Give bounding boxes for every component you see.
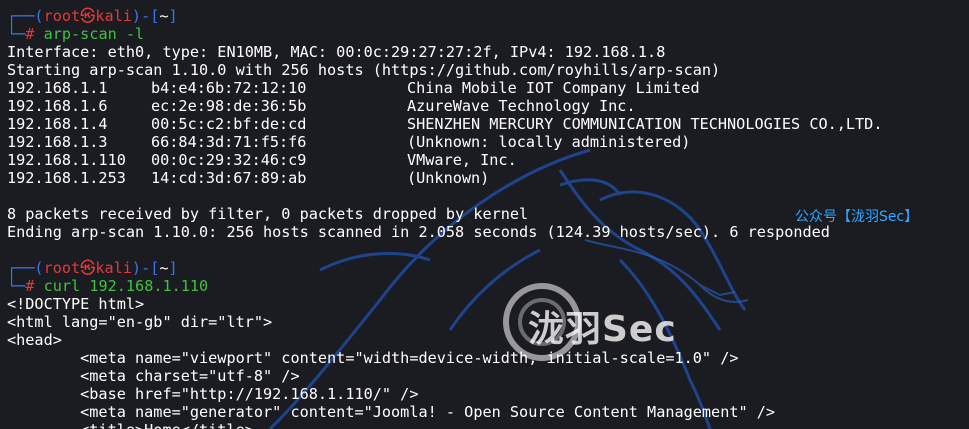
prompt-bracket: ┌──( bbox=[7, 259, 44, 277]
html-output-line: <html lang="en-gb" dir="ltr"> bbox=[7, 313, 273, 331]
prompt-line: ┌──(root㉿kali)-[~] bbox=[7, 7, 969, 25]
prompt-at-icon: ㉿ bbox=[80, 7, 96, 25]
html-output-line: <base href="http://192.168.1.110/" /> bbox=[7, 385, 419, 403]
prompt-corner: └─ bbox=[7, 25, 26, 43]
host-ip: 192.168.1.6 bbox=[7, 97, 108, 115]
prompt-hash: # bbox=[25, 277, 35, 295]
prompt-hash: # bbox=[25, 25, 35, 43]
prompt-line: ┌──(root㉿kali)-[~] bbox=[7, 259, 969, 277]
html-output-line: <!DOCTYPE html> bbox=[7, 295, 145, 313]
host-ip: 192.168.1.4 bbox=[7, 115, 108, 133]
prompt-host: kali bbox=[95, 7, 132, 25]
host-ip: 192.168.1.1 bbox=[7, 79, 108, 97]
prompt-bracket-close: ] bbox=[168, 7, 178, 25]
prompt-at-icon: ㉿ bbox=[80, 259, 96, 277]
host-vendor: AzureWave Technology Inc. bbox=[407, 97, 636, 115]
host-row: 192.168.1.6 ec:2e:98:de:36:5b AzureWave Te… bbox=[7, 97, 969, 115]
host-mac: 14:cd:3d:67:89:ab bbox=[151, 169, 307, 187]
prompt-path: ~ bbox=[159, 7, 169, 25]
host-vendor: (Unknown) bbox=[407, 169, 490, 187]
host-row: 192.168.1.3 66:84:3d:71:f5:f6 (Unknown: lo… bbox=[7, 133, 969, 151]
host-vendor: SHENZHEN MERCURY COMMUNICATION TECHNOLOG… bbox=[407, 115, 883, 133]
host-vendor: VMware, Inc. bbox=[407, 151, 517, 169]
host-row: 192.168.1.110 00:0c:29:32:46:c9 VMware, In… bbox=[7, 151, 969, 169]
prompt-host: kali bbox=[95, 259, 132, 277]
command-line[interactable]: └─# arp-scan -l bbox=[7, 25, 969, 43]
command-text: curl 192.168.1.110 bbox=[43, 277, 209, 295]
html-output-line: <title>Home</title> bbox=[7, 421, 969, 429]
host-mac: b4:e4:6b:72:12:10 bbox=[151, 79, 307, 97]
host-mac: 00:0c:29:32:46:c9 bbox=[151, 151, 307, 169]
host-ip: 192.168.1.110 bbox=[7, 151, 126, 169]
prompt-bracket-close: ] bbox=[168, 259, 178, 277]
html-output-line: <meta charset="utf-8" /> bbox=[7, 367, 300, 385]
host-mac: 66:84:3d:71:f5:f6 bbox=[151, 133, 307, 151]
terminal-window[interactable]: 泷羽Sec ┌──(root㉿kali)-[~] └─# arp-scan -l… bbox=[0, 0, 969, 429]
output-line: Interface: eth0, type: EN10MB, MAC: 00:0… bbox=[7, 43, 666, 61]
host-row: 192.168.1.253 14:cd:3d:67:89:ab (Unknown) bbox=[7, 169, 969, 187]
prompt-bracket-mid: )-[ bbox=[131, 259, 160, 277]
output-line: Starting arp-scan 1.10.0 with 256 hosts … bbox=[7, 61, 721, 79]
prompt-user: root bbox=[43, 7, 81, 25]
prompt-bracket: ┌──( bbox=[7, 7, 44, 25]
host-ip: 192.168.1.253 bbox=[7, 169, 126, 187]
host-vendor: (Unknown: locally administered) bbox=[407, 133, 691, 151]
host-ip: 192.168.1.3 bbox=[7, 133, 108, 151]
prompt-corner: └─ bbox=[7, 277, 26, 295]
html-output-line: <meta name="generator" content="Joomla! … bbox=[7, 403, 776, 421]
host-mac: ec:2e:98:de:36:5b bbox=[151, 97, 307, 115]
host-row: 192.168.1.1 b4:e4:6b:72:12:10 China Mobile… bbox=[7, 79, 969, 97]
host-vendor: China Mobile IOT Company Limited bbox=[407, 79, 700, 97]
command-text: arp-scan -l bbox=[43, 25, 145, 43]
html-output-line: <meta name="viewport" content="width=dev… bbox=[7, 349, 739, 367]
html-output-line: <head> bbox=[7, 331, 62, 349]
host-row: 192.168.1.4 00:5c:c2:bf:de:cd SHENZHEN MER… bbox=[7, 115, 969, 133]
wechat-watermark: 公众号【泷羽Sec】 bbox=[795, 209, 919, 225]
host-mac: 00:5c:c2:bf:de:cd bbox=[151, 115, 307, 133]
prompt-user: root bbox=[43, 259, 81, 277]
prompt-bracket-mid: )-[ bbox=[131, 7, 160, 25]
command-line[interactable]: └─# curl 192.168.1.110 bbox=[7, 277, 969, 295]
prompt-path: ~ bbox=[159, 259, 169, 277]
